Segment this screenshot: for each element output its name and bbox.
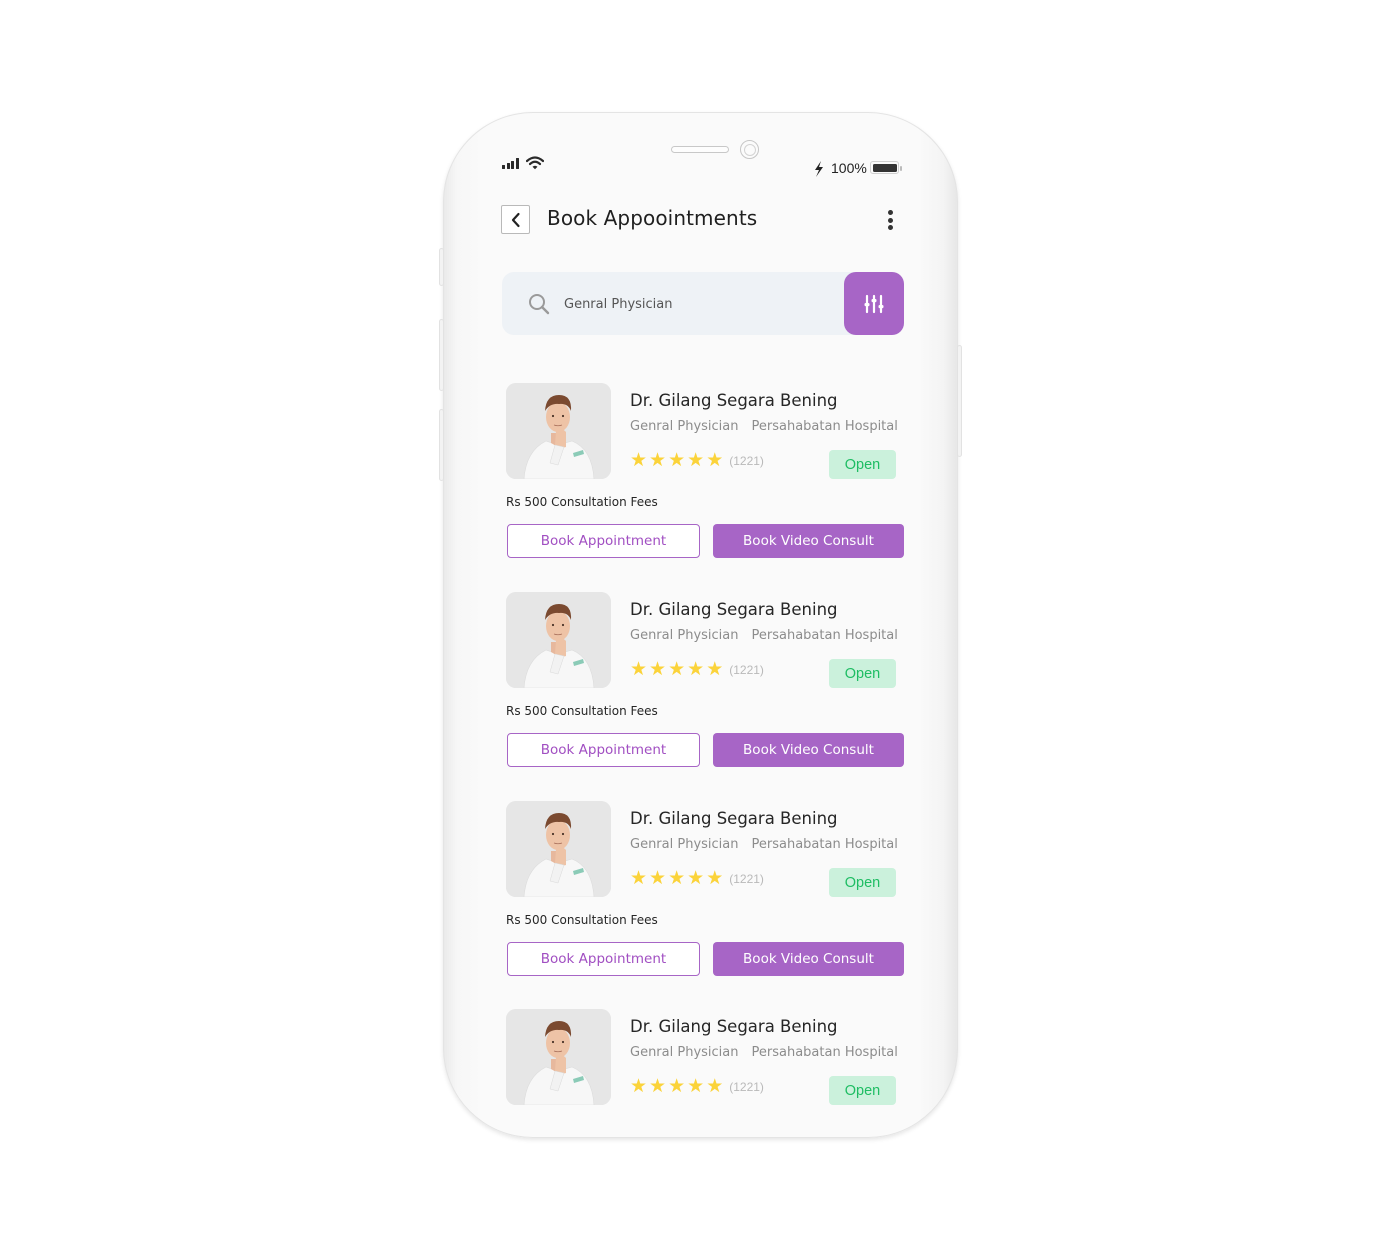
star-rating: ★ ★ ★ ★ ★ (630, 451, 723, 470)
doctor-name[interactable]: Dr. Gilang Segara Bening (630, 600, 838, 619)
star-icon: ★ (706, 449, 724, 471)
power-button (957, 345, 962, 457)
star-icon: ★ (649, 658, 667, 680)
signal-icon (502, 158, 519, 169)
star-icon: ★ (630, 449, 648, 471)
search-bar (502, 272, 904, 335)
mute-switch (439, 248, 444, 286)
back-button[interactable] (501, 205, 530, 234)
star-icon: ★ (630, 867, 648, 889)
star-icon: ★ (668, 658, 686, 680)
doctor-specialty: Genral Physician (630, 1045, 739, 1060)
volume-up-button (439, 319, 444, 391)
book-video-consult-button[interactable]: Book Video Consult (713, 733, 904, 767)
charging-icon (815, 161, 823, 177)
star-rating: ★ ★ ★ ★ ★ (630, 869, 723, 888)
rating-count: (1221) (729, 453, 764, 468)
star-rating: ★ ★ ★ ★ ★ (630, 660, 723, 679)
doctor-specialty: Genral Physician (630, 837, 739, 852)
filter-button[interactable] (844, 272, 904, 335)
doctor-photo (506, 592, 611, 688)
doctor-avatar (506, 383, 611, 479)
rating-count: (1221) (729, 662, 764, 677)
book-video-consult-button[interactable]: Book Video Consult (713, 524, 904, 558)
volume-down-button (439, 409, 444, 481)
star-icon: ★ (668, 449, 686, 471)
doctor-meta: Genral Physician Persahabatan Hospital (630, 419, 898, 434)
doctor-photo (506, 801, 611, 897)
star-icon: ★ (706, 1075, 724, 1097)
star-icon: ★ (630, 658, 648, 680)
status-badge: Open (829, 659, 896, 688)
star-icon: ★ (649, 449, 667, 471)
book-video-consult-button[interactable]: Book Video Consult (713, 942, 904, 976)
doctor-avatar (506, 1009, 611, 1105)
status-badge: Open (829, 450, 896, 479)
chevron-left-icon (511, 212, 520, 227)
star-icon: ★ (668, 867, 686, 889)
star-icon: ★ (687, 867, 705, 889)
search-icon (529, 294, 550, 315)
book-appointment-button[interactable]: Book Appointment (507, 524, 700, 558)
doctor-hospital: Persahabatan Hospital (751, 628, 898, 643)
wifi-icon (526, 156, 544, 170)
star-icon: ★ (687, 658, 705, 680)
rating: ★ ★ ★ ★ ★ (1221) (630, 1077, 764, 1096)
doctor-hospital: Persahabatan Hospital (751, 837, 898, 852)
star-icon: ★ (630, 1075, 648, 1097)
rating: ★ ★ ★ ★ ★ (1221) (630, 451, 764, 470)
star-icon: ★ (687, 449, 705, 471)
star-icon: ★ (668, 1075, 686, 1097)
book-appointment-button[interactable]: Book Appointment (507, 942, 700, 976)
front-camera (740, 140, 759, 159)
doctor-name[interactable]: Dr. Gilang Segara Bening (630, 809, 838, 828)
more-options-button[interactable] (884, 208, 896, 232)
doctor-meta: Genral Physician Persahabatan Hospital (630, 837, 898, 852)
book-appointment-button[interactable]: Book Appointment (507, 733, 700, 767)
star-icon: ★ (649, 867, 667, 889)
doctor-avatar (506, 592, 611, 688)
doctor-name[interactable]: Dr. Gilang Segara Bening (630, 1017, 838, 1036)
star-rating: ★ ★ ★ ★ ★ (630, 1077, 723, 1096)
star-icon: ★ (649, 1075, 667, 1097)
doctor-meta: Genral Physician Persahabatan Hospital (630, 1045, 898, 1060)
rating-count: (1221) (729, 871, 764, 886)
star-icon: ★ (706, 658, 724, 680)
doctor-meta: Genral Physician Persahabatan Hospital (630, 628, 898, 643)
doctor-photo (506, 1009, 611, 1105)
speaker-grille (671, 146, 729, 153)
star-icon: ★ (687, 1075, 705, 1097)
battery-percentage: 100% (831, 160, 867, 176)
doctor-hospital: Persahabatan Hospital (751, 419, 898, 434)
star-icon: ★ (706, 867, 724, 889)
doctor-specialty: Genral Physician (630, 628, 739, 643)
search-input[interactable] (564, 291, 834, 317)
doctor-specialty: Genral Physician (630, 419, 739, 434)
status-badge: Open (829, 1076, 896, 1105)
consultation-fees: Rs 500 Consultation Fees (506, 704, 658, 718)
sliders-icon (864, 294, 884, 313)
doctor-photo (506, 383, 611, 479)
page-title: Book Appoointments (547, 206, 758, 230)
battery-icon (870, 161, 902, 174)
doctor-name[interactable]: Dr. Gilang Segara Bening (630, 391, 838, 410)
phone-frame: 100% Book Appoointments Genral Physician… (443, 112, 958, 1138)
rating: ★ ★ ★ ★ ★ (1221) (630, 660, 764, 679)
doctor-hospital: Persahabatan Hospital (751, 1045, 898, 1060)
doctor-avatar (506, 801, 611, 897)
rating: ★ ★ ★ ★ ★ (1221) (630, 869, 764, 888)
rating-count: (1221) (729, 1079, 764, 1094)
status-badge: Open (829, 868, 896, 897)
consultation-fees: Rs 500 Consultation Fees (506, 495, 658, 509)
more-vertical-icon (887, 210, 893, 215)
consultation-fees: Rs 500 Consultation Fees (506, 913, 658, 927)
